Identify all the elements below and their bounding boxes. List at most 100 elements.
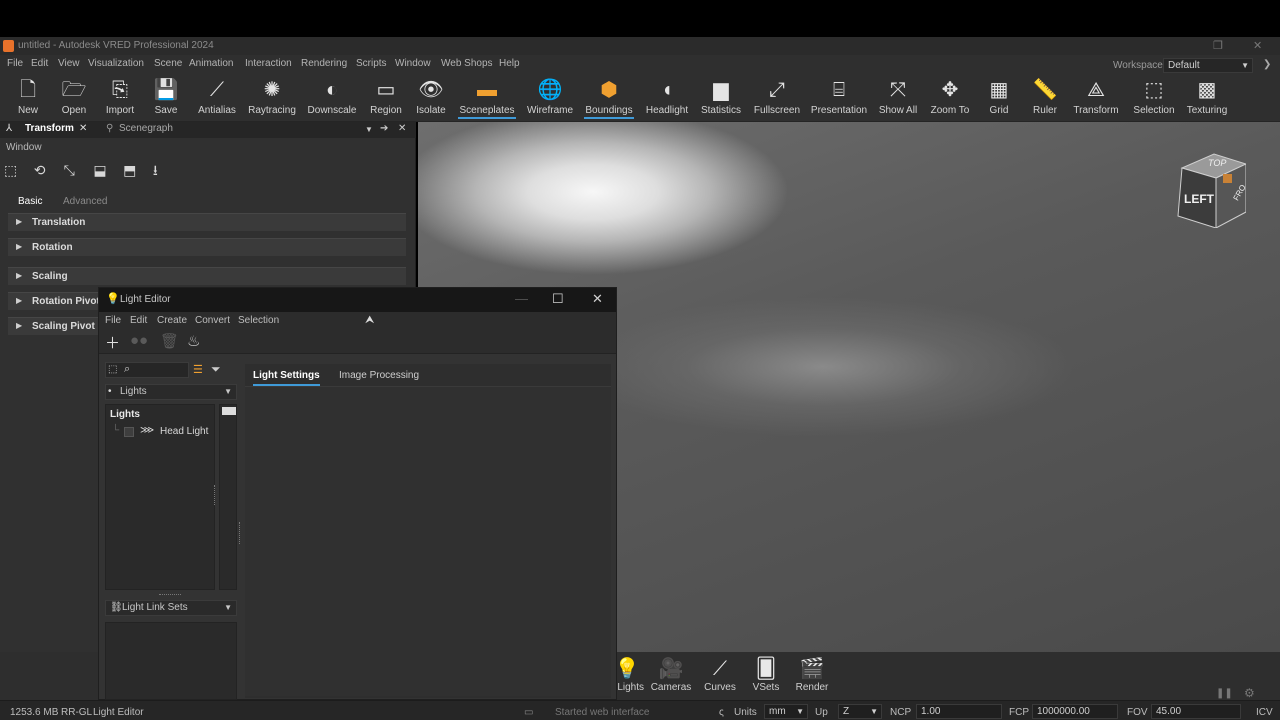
presentation-button[interactable]: ⌸ Presentation <box>810 77 868 121</box>
menu-visualization[interactable]: Visualization <box>88 58 144 69</box>
texturing-button[interactable]: ▩ Texturing <box>1185 77 1229 121</box>
isolate-button[interactable]: 👁 Isolate <box>414 77 448 121</box>
fullscreen-icon: ⤢ <box>769 79 785 101</box>
dock-curves-button[interactable]: ⟋ Curves <box>695 656 745 693</box>
visibility-checkbox[interactable] <box>124 427 134 437</box>
menu-view[interactable]: View <box>58 58 80 69</box>
reset-pivot-icon[interactable]: ⬒ <box>123 162 145 179</box>
region-button[interactable]: ▭ Region <box>368 77 404 121</box>
terminal-icon[interactable]: ▭ <box>524 707 533 718</box>
units-label: Units <box>734 707 757 718</box>
units-select[interactable]: mm ▼ <box>764 704 808 719</box>
downscale-button[interactable]: ◐ Downscale <box>307 77 357 121</box>
light-editor-titlebar[interactable]: 💡 Light Editor — ☐ ✕ <box>99 288 616 312</box>
fullscreen-button[interactable]: ⤢ Fullscreen <box>753 77 801 121</box>
move-pivot-icon[interactable]: ⬓ <box>93 162 115 179</box>
menu-animation[interactable]: Animation <box>189 58 233 69</box>
close-window-icon[interactable]: ✕ <box>1253 39 1262 52</box>
toolbar-extend-icon[interactable]: ❯ <box>1263 59 1271 70</box>
section-rotation[interactable]: ▶ Rotation <box>8 238 406 256</box>
new-button[interactable]: 🗋 New <box>14 77 42 121</box>
ruler-button[interactable]: 📏 Ruler <box>1030 77 1060 121</box>
raytracing-button[interactable]: ✺ Raytracing <box>247 77 297 121</box>
close-icon[interactable]: ✕ <box>592 291 603 307</box>
statistics-button[interactable]: ▆ Statistics <box>700 77 742 121</box>
dock-cameras-button[interactable]: 🎥 Cameras <box>646 656 696 693</box>
open-button[interactable]: 🗁 Open <box>58 77 90 121</box>
ncp-input[interactable]: 1.00 <box>916 704 1002 719</box>
delete-icon[interactable]: 🗑 <box>160 332 179 350</box>
tab-image-processing[interactable]: Image Processing <box>339 370 419 381</box>
antialias-button[interactable]: ⟋ Antialias <box>196 77 238 121</box>
tree-item-head-light[interactable]: └ ⋙ Head Light <box>110 425 214 439</box>
wireframe-button[interactable]: 🌐 Wireframe <box>525 77 575 121</box>
light-editor-window: 💡 Light Editor — ☐ ✕ File Edit Create Co… <box>98 287 617 700</box>
zoom-to-button[interactable]: ✥ Zoom To <box>928 77 972 121</box>
link-icon[interactable]: ●● <box>130 332 148 349</box>
fov-input[interactable]: 45.00 <box>1151 704 1241 719</box>
tab-light-settings[interactable]: Light Settings <box>253 370 320 386</box>
dropdown-icon[interactable]: ▼ <box>365 125 373 134</box>
close-tab-icon[interactable]: ✕ <box>79 123 87 134</box>
le-menu-file[interactable]: File <box>105 315 121 326</box>
horizontal-splitter-handle[interactable] <box>159 594 181 595</box>
tab-transform[interactable]: Transform <box>25 123 74 134</box>
le-menu-create[interactable]: Create <box>157 315 187 326</box>
menu-window[interactable]: Window <box>395 58 431 69</box>
tab-scenegraph[interactable]: Scenegraph <box>119 123 173 134</box>
dock-vsets-button[interactable]: 🂠 VSets <box>741 656 791 693</box>
tag-icon[interactable] <box>222 407 236 415</box>
menu-scripts[interactable]: Scripts <box>356 58 387 69</box>
menu-web-shops[interactable]: Web Shops <box>441 58 493 69</box>
menu-rendering[interactable]: Rendering <box>301 58 347 69</box>
menu-file[interactable]: File <box>7 58 23 69</box>
sceneplates-button[interactable]: ▬ Sceneplates <box>458 77 516 121</box>
group-icon[interactable]: ☰ <box>193 363 203 376</box>
show-all-button[interactable]: ⤧ Show All <box>876 77 920 121</box>
le-menu-selection[interactable]: Selection <box>238 315 279 326</box>
le-menu-edit[interactable]: Edit <box>130 315 147 326</box>
scale-tool-icon[interactable]: ⤡ <box>64 162 86 179</box>
up-axis-select[interactable]: Z ▼ <box>838 704 882 719</box>
save-button[interactable]: 💾 Save <box>152 77 180 121</box>
menu-help[interactable]: Help <box>499 58 520 69</box>
restore-icon[interactable]: ❐ <box>1213 39 1223 52</box>
workspace-select[interactable]: Default ▼ <box>1163 58 1253 73</box>
menu-edit[interactable]: Edit <box>31 58 48 69</box>
section-translation[interactable]: ▶ Translation <box>8 213 406 231</box>
pane-splitter-handle[interactable] <box>239 522 240 544</box>
tab-advanced[interactable]: Advanced <box>63 196 107 207</box>
reset-rotation-icon[interactable]: ⟲ <box>34 162 56 179</box>
le-menu-convert[interactable]: Convert <box>195 315 230 326</box>
tab-basic[interactable]: Basic <box>18 196 42 207</box>
light-link-sets-dropdown[interactable]: ⛓ Light Link Sets ▼ <box>105 600 237 616</box>
icv-label[interactable]: ICV <box>1256 707 1273 718</box>
pause-icon[interactable]: ❚❚ <box>1216 688 1233 699</box>
place-icon[interactable]: ⭳ <box>153 160 175 184</box>
dock-render-button[interactable]: 🎬 Render <box>787 656 837 693</box>
menu-scene[interactable]: Scene <box>154 58 182 69</box>
headlight-button[interactable]: ◖ Headlight <box>643 77 691 121</box>
navigation-cube[interactable]: TOP LEFT FRO <box>1174 146 1246 228</box>
boundings-button[interactable]: ⬢ Boundings <box>584 77 634 121</box>
add-light-icon[interactable]: ＋ <box>105 332 120 353</box>
grid-button[interactable]: ▦ Grid <box>985 77 1013 121</box>
transform-button[interactable]: ⟁ Transform <box>1072 77 1120 121</box>
close-panel-icon[interactable]: ✕ <box>398 123 406 134</box>
section-scaling[interactable]: ▶ Scaling <box>8 267 406 285</box>
lights-dropdown[interactable]: • Lights ▼ <box>105 384 237 400</box>
pin-arrow-icon[interactable]: ➔ <box>380 123 388 134</box>
light-settings-icon[interactable]: ♨ <box>187 332 200 350</box>
settings-gear-icon[interactable]: ⚙ <box>1244 686 1255 700</box>
splitter-handle[interactable] <box>214 485 216 505</box>
minimize-icon[interactable]: — <box>515 291 528 306</box>
select-transform-icon[interactable]: ⬚ <box>4 162 26 179</box>
window-label[interactable]: Window <box>6 142 42 153</box>
selection-button[interactable]: ⬚ Selection <box>1131 77 1177 121</box>
maximize-icon[interactable]: ☐ <box>552 291 564 307</box>
filter-icon[interactable]: ⏷ <box>211 362 221 377</box>
import-button[interactable]: ⎘ Import <box>102 77 138 121</box>
light-search-input[interactable]: ⬚ ⌕ <box>105 362 189 378</box>
menu-interaction[interactable]: Interaction <box>245 58 292 69</box>
fcp-input[interactable]: 1000000.00 <box>1032 704 1118 719</box>
